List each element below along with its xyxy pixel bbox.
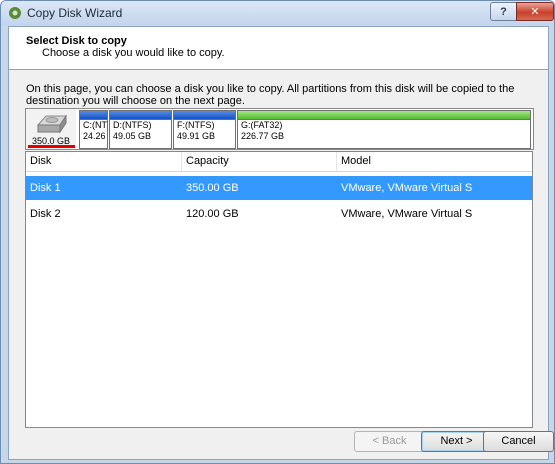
partition-size: 49.05 GB bbox=[113, 131, 152, 141]
cell-capacity: 120.00 GB bbox=[186, 208, 239, 220]
partition-bar bbox=[174, 111, 235, 120]
title-bar[interactable]: Copy Disk Wizard ? ✕ bbox=[1, 1, 554, 25]
partition-size: 24.26 GB bbox=[83, 131, 107, 141]
disk-map: 350.0 GB C:(NTFS) 24.26 GB D:(NTFS) 49.0… bbox=[25, 108, 534, 150]
partition-name: C:(NTFS) bbox=[83, 120, 107, 130]
column-model[interactable]: Model bbox=[337, 152, 531, 171]
partition-bar bbox=[110, 111, 171, 120]
disk-map-disk[interactable]: 350.0 GB bbox=[26, 109, 76, 149]
partition-name: G:(FAT32) bbox=[241, 120, 283, 130]
cell-capacity: 350.00 GB bbox=[186, 182, 239, 194]
page-title: Select Disk to copy bbox=[26, 35, 127, 47]
wizard-window: Copy Disk Wizard ? ✕ Select Disk to copy… bbox=[0, 0, 555, 464]
column-disk[interactable]: Disk bbox=[26, 152, 182, 171]
partition-d[interactable]: D:(NTFS) 49.05 GB bbox=[109, 110, 172, 149]
app-icon bbox=[9, 7, 21, 19]
page-description: On this page, you can choose a disk you … bbox=[26, 83, 515, 107]
cancel-button[interactable]: Cancel bbox=[483, 431, 554, 452]
partition-name: F:(NTFS) bbox=[177, 120, 215, 130]
page-subtitle: Choose a disk you would like to copy. bbox=[42, 47, 225, 59]
cell-disk: Disk 1 bbox=[30, 182, 61, 194]
partition-f[interactable]: F:(NTFS) 49.91 GB bbox=[173, 110, 236, 149]
table-row[interactable]: Disk 1 350.00 GB VMware, VMware Virtual … bbox=[26, 176, 532, 200]
hard-disk-icon bbox=[36, 114, 67, 134]
partition-bar bbox=[238, 111, 530, 120]
close-button[interactable]: ✕ bbox=[516, 2, 554, 21]
disk-list[interactable]: Disk Capacity Model Disk 1 350.00 GB VMw… bbox=[25, 151, 533, 428]
back-button[interactable]: < Back bbox=[354, 431, 425, 452]
partition-size: 226.77 GB bbox=[241, 131, 285, 141]
window-title: Copy Disk Wizard bbox=[27, 6, 123, 20]
wizard-header: Select Disk to copy Choose a disk you wo… bbox=[9, 27, 548, 70]
wizard-content: Select Disk to copy Choose a disk you wo… bbox=[8, 26, 554, 460]
partition-name: D:(NTFS) bbox=[113, 120, 152, 130]
help-button[interactable]: ? bbox=[490, 2, 517, 21]
cell-disk: Disk 2 bbox=[30, 208, 61, 220]
next-button[interactable]: Next > bbox=[421, 431, 492, 452]
cell-model: VMware, VMware Virtual S bbox=[341, 208, 473, 220]
partition-g[interactable]: G:(FAT32) 226.77 GB bbox=[237, 110, 531, 149]
partition-bar bbox=[80, 111, 107, 120]
partition-c[interactable]: C:(NTFS) 24.26 GB bbox=[79, 110, 108, 149]
selected-disk-marker bbox=[28, 145, 75, 148]
list-header: Disk Capacity Model bbox=[26, 152, 532, 172]
table-row[interactable]: Disk 2 120.00 GB VMware, VMware Virtual … bbox=[26, 202, 532, 226]
partition-size: 49.91 GB bbox=[177, 131, 216, 141]
column-capacity[interactable]: Capacity bbox=[182, 152, 337, 171]
cell-model: VMware, VMware Virtual S bbox=[341, 182, 473, 194]
